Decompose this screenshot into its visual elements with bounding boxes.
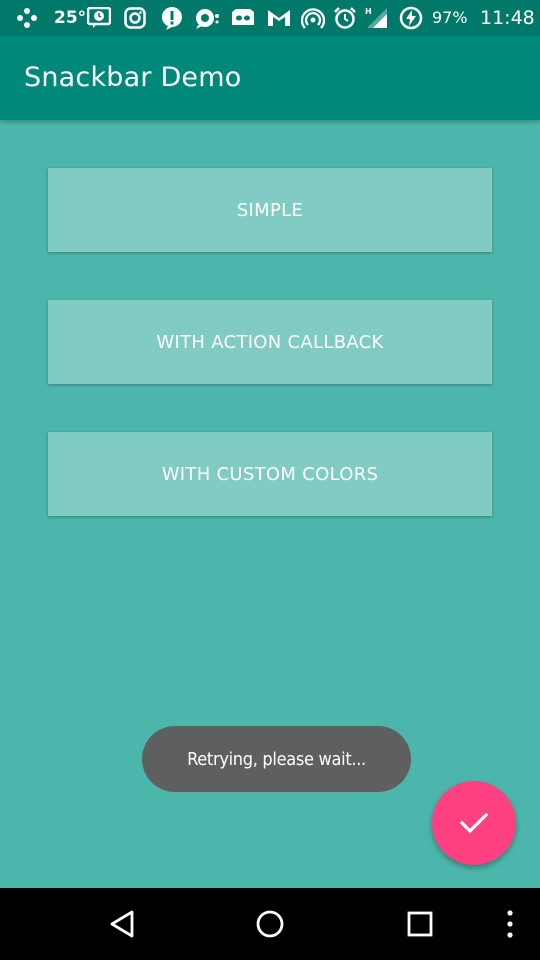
game-controller-icon [15,6,39,30]
status-bar: 25° H 97% 11:48 [0,0,540,36]
alert-icon [159,6,185,30]
home-button[interactable] [243,888,297,960]
toast-message: Retrying, please wait... [187,748,366,770]
temperature-text: 25° [54,8,87,28]
alarm-icon [332,6,358,30]
action-callback-button[interactable]: WITH ACTION CALLBACK [48,300,492,384]
nav-bar [0,888,540,960]
simple-button[interactable]: SIMPLE [48,168,492,252]
instagram-icon [123,6,147,30]
checkmark-icon [459,811,489,835]
clock-time: 11:48 [480,7,535,29]
gmail-icon [266,6,292,30]
menu-button[interactable] [492,888,528,960]
battery-charging-icon [398,6,424,30]
wifi-hotspot-icon [300,6,326,30]
back-button[interactable] [95,888,149,960]
cyanogen-robot-icon [230,6,256,30]
menu-icon [506,909,514,939]
recents-icon [407,911,433,937]
app-title: Snackbar Demo [24,62,242,93]
home-icon [255,909,285,939]
recents-button[interactable] [393,888,447,960]
toast: Retrying, please wait... [142,726,411,792]
clock-message-icon [86,6,112,30]
svg-text:H: H [365,7,372,16]
screen: 25° H 97% 11:48 Snackbar Demo SIMPLE WIT… [0,0,540,960]
back-icon [108,909,136,939]
custom-colors-button[interactable]: WITH CUSTOM COLORS [48,432,492,516]
signal-icon: H [364,6,390,30]
app-bar: Snackbar Demo [0,36,540,120]
battery-percent: 97% [432,8,468,27]
fab-button[interactable] [432,781,516,865]
chat-icon [194,6,220,30]
